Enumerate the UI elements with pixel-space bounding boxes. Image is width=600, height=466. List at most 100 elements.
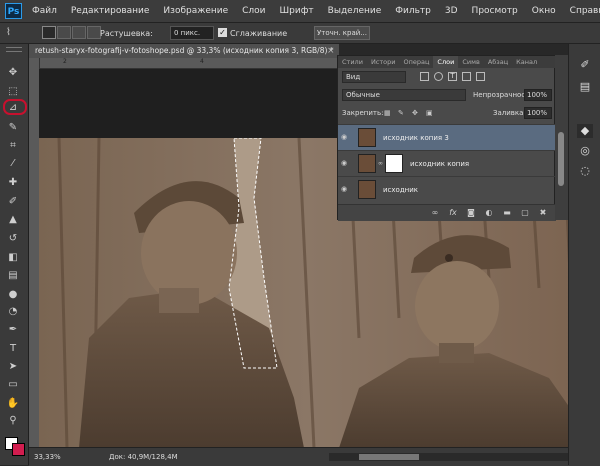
close-icon[interactable]: × — [327, 44, 337, 58]
zoom-level[interactable]: 33,33% — [34, 453, 61, 461]
filter-shape-icon[interactable] — [462, 72, 471, 81]
layers-footer: ∞ fx ◙ ◐ ▬ ▢ ✖ — [338, 204, 556, 221]
tab-paragraph[interactable]: Абзац — [484, 56, 512, 68]
layer-thumbnail — [358, 154, 376, 173]
fill-input[interactable]: 100% — [524, 107, 552, 119]
blend-mode-select[interactable]: Обычные — [342, 89, 466, 101]
layer-row[interactable]: ◉ исходник — [338, 176, 556, 202]
layer-thumbnail — [358, 128, 376, 147]
blur-icon[interactable]: ● — [6, 288, 20, 301]
horizontal-scrollbar[interactable] — [329, 453, 569, 461]
layer-name: исходник — [383, 186, 419, 194]
lock-transparency-icon[interactable]: ▦ — [384, 109, 392, 117]
adjustment-layer-icon[interactable]: ◐ — [484, 208, 494, 218]
antialias-checkbox[interactable]: ✓ — [218, 28, 227, 37]
menu-help[interactable]: Справка — [570, 6, 600, 16]
tab-character[interactable]: Симв — [458, 56, 484, 68]
delete-layer-icon[interactable]: ✖ — [538, 208, 548, 218]
lock-all-icon[interactable]: ▣ — [426, 109, 434, 117]
fill-label: Заливка: — [493, 109, 526, 117]
gradient-icon[interactable]: ▤ — [6, 269, 20, 282]
menu-view[interactable]: Просмотр — [472, 6, 518, 16]
kind-select[interactable]: Вид — [342, 71, 406, 83]
tab-styles[interactable]: Стили — [338, 56, 367, 68]
eye-icon[interactable]: ◉ — [341, 159, 351, 167]
hand-icon[interactable]: ✋ — [6, 397, 20, 410]
clone-stamp-icon[interactable]: ▲ — [6, 213, 20, 226]
menu-select[interactable]: Выделение — [328, 6, 382, 16]
panel-scrollbar-thumb[interactable] — [558, 132, 564, 186]
filter-adjustment-icon[interactable] — [434, 72, 443, 81]
add-selection-icon[interactable] — [57, 26, 71, 39]
dodge-icon[interactable]: ◔ — [6, 305, 20, 318]
chain-link-icon[interactable]: ∞ — [378, 160, 383, 167]
menu-filter[interactable]: Фильтр — [395, 6, 431, 16]
history-brush-icon[interactable]: ↺ — [6, 232, 20, 245]
channels-dock-icon[interactable]: ◎ — [577, 144, 593, 158]
link-layers-icon[interactable]: ∞ — [430, 208, 440, 218]
lock-position-icon[interactable]: ✥ — [412, 109, 420, 117]
background-color-swatch[interactable] — [12, 443, 25, 456]
menu-3d[interactable]: 3D — [445, 6, 458, 16]
filter-smart-object-icon[interactable] — [476, 72, 485, 81]
eraser-icon[interactable]: ◧ — [6, 251, 20, 264]
scrollbar-thumb[interactable] — [359, 454, 419, 460]
tab-history[interactable]: Истори — [367, 56, 400, 68]
spot-healing-icon[interactable]: ✚ — [6, 176, 20, 189]
tab-channels[interactable]: Канал — [512, 56, 541, 68]
lasso-tool-highlight — [3, 99, 27, 115]
layer-mask-thumbnail[interactable] — [385, 154, 403, 173]
menu-bar: Ps Файл Редактирование Изображение Слои … — [0, 0, 600, 23]
subtract-selection-icon[interactable] — [72, 26, 86, 39]
new-group-icon[interactable]: ▬ — [502, 208, 512, 218]
type-icon[interactable]: T — [6, 342, 20, 355]
menu-type[interactable]: Шрифт — [280, 6, 314, 16]
brush-panel-icon[interactable]: ✐ — [577, 58, 593, 72]
layer-filter-row: Вид T — [338, 68, 556, 86]
tool-preset-icon[interactable]: ⌇ — [6, 26, 20, 39]
brush-icon[interactable]: ✐ — [6, 195, 20, 208]
layer-thumbnail — [358, 180, 376, 199]
path-selection-icon[interactable]: ➤ — [6, 360, 20, 373]
menu-items: Файл Редактирование Изображение Слои Шри… — [32, 0, 600, 22]
layers-panel: Стили Истори Операц Слои Симв Абзац Кана… — [337, 55, 556, 221]
zoom-icon[interactable]: ⚲ — [6, 414, 20, 427]
new-selection-icon[interactable] — [42, 26, 56, 39]
menu-edit[interactable]: Редактирование — [71, 6, 150, 16]
panel-grip[interactable] — [6, 47, 22, 52]
opacity-input[interactable]: 100% — [524, 89, 552, 101]
filter-type-icon[interactable]: T — [448, 72, 457, 81]
lock-pixels-icon[interactable]: ✎ — [398, 109, 406, 117]
paths-dock-icon[interactable]: ◌ — [577, 164, 593, 178]
menu-image[interactable]: Изображение — [163, 6, 228, 16]
layer-name: исходник копия 3 — [383, 134, 449, 142]
layer-row[interactable]: ◉ ∞ исходник копия — [338, 150, 556, 176]
properties-icon[interactable]: ▤ — [577, 80, 593, 94]
options-bar: ⌇ Растушевка: 0 пикс. ✓ Сглаживание Уточ… — [0, 23, 600, 44]
move-icon[interactable]: ✥ — [6, 66, 20, 79]
menu-file[interactable]: Файл — [32, 6, 57, 16]
tab-actions[interactable]: Операц — [400, 56, 434, 68]
feather-input[interactable]: 0 пикс. — [170, 26, 214, 40]
intersect-selection-icon[interactable] — [87, 26, 101, 39]
layers-dock-icon[interactable]: ◆ — [577, 124, 593, 138]
pen-icon[interactable]: ✒ — [6, 323, 20, 336]
eyedropper-icon[interactable]: ⁄ — [6, 157, 20, 170]
layer-row[interactable]: ◉ исходник копия 3 — [338, 124, 556, 150]
quick-selection-icon[interactable]: ✎ — [6, 121, 20, 134]
layer-style-icon[interactable]: fx — [448, 208, 458, 218]
eye-icon[interactable]: ◉ — [341, 133, 351, 141]
document-tab[interactable]: retush-staryx-fotografij-v-fotoshope.psd… — [29, 44, 339, 58]
ruler-tick-label: 4 — [200, 58, 204, 65]
rectangle-icon[interactable]: ▭ — [6, 378, 20, 391]
marquee-icon[interactable]: ⬚ — [6, 85, 20, 98]
filter-pixel-icon[interactable] — [420, 72, 429, 81]
refine-edge-button[interactable]: Уточн. край... — [314, 26, 370, 40]
add-mask-icon[interactable]: ◙ — [466, 208, 476, 218]
tab-layers[interactable]: Слои — [433, 56, 459, 68]
menu-layer[interactable]: Слои — [242, 6, 265, 16]
eye-icon[interactable]: ◉ — [341, 185, 351, 193]
crop-icon[interactable]: ⌗ — [6, 139, 20, 152]
menu-window[interactable]: Окно — [532, 6, 556, 16]
new-layer-icon[interactable]: ▢ — [520, 208, 530, 218]
